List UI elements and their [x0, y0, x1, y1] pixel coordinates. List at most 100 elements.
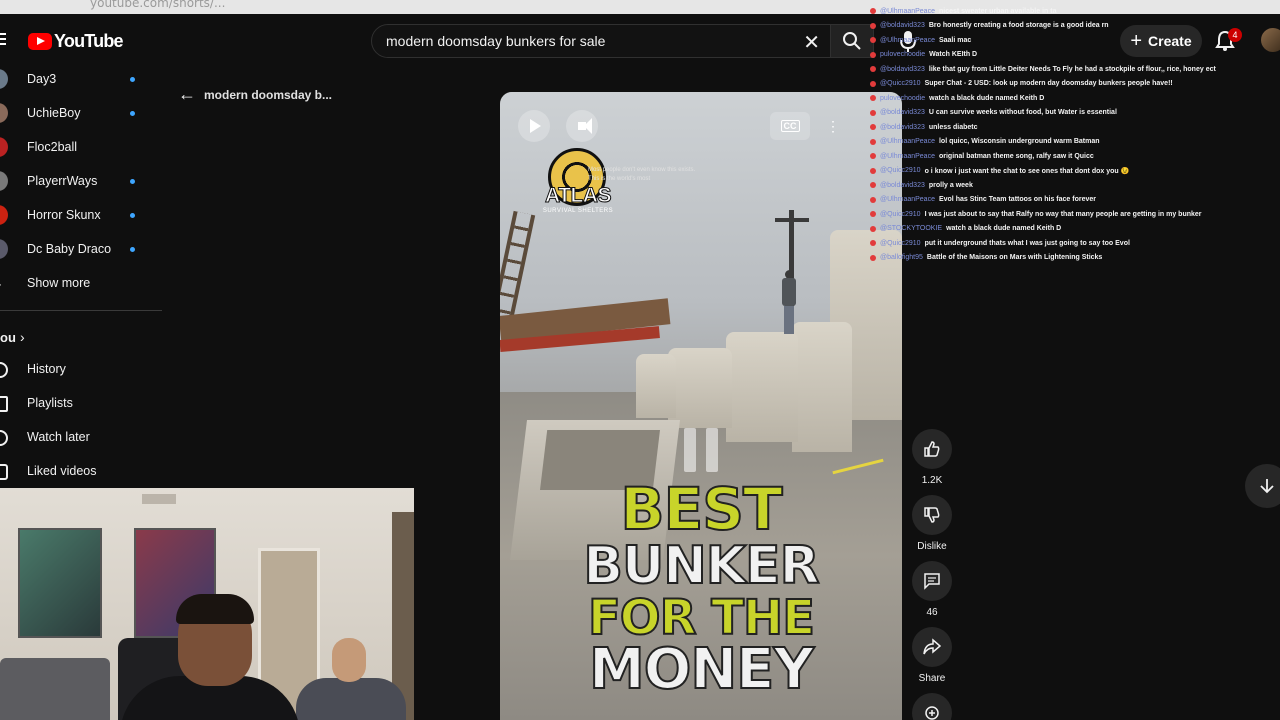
volume-button[interactable]: [566, 110, 598, 142]
history-icon: [0, 362, 8, 378]
sidebar-item-history[interactable]: History: [0, 353, 162, 387]
chat-text: unless diabetc: [928, 123, 978, 131]
play-button[interactable]: [518, 110, 550, 142]
sidebar-item-label: Floc2ball: [27, 140, 78, 154]
chat-username: @UlhmaanPeace: [880, 36, 935, 44]
remix-icon: [912, 693, 952, 720]
back-button[interactable]: ← modern doomsday b...: [178, 84, 332, 105]
chat-username: @Quicc2910: [880, 239, 921, 247]
chat-text: Saali mac: [938, 36, 972, 44]
chat-text: I was just about to say that Ralfy no wa…: [924, 210, 1202, 218]
concrete-barrier: [726, 332, 798, 442]
shorts-video-player[interactable]: CC ⋮ ATLAS SURVIVAL SHELTERS Most people…: [500, 92, 902, 720]
sidebar-item-liked-videos[interactable]: Liked videos: [0, 455, 162, 489]
search-query[interactable]: modern doomsday bunkers for sale: [386, 33, 605, 49]
live-chat-overlay: @UlhmaanPeace nicest sweater urban availa…: [870, 4, 1280, 265]
headline-line: FOR THE: [587, 590, 816, 646]
channel-avatar: [0, 171, 8, 191]
chat-badge-icon: [870, 182, 876, 189]
chat-message: @UlhmaanPeace nicest sweater urban availa…: [870, 4, 1280, 19]
concrete-barrier: [792, 322, 852, 452]
chat-username: @boldavid323: [880, 65, 925, 73]
video-caption: Most people don't even know this exists.…: [588, 166, 728, 184]
chat-badge-icon: [870, 254, 876, 261]
sidebar-item-watch-later[interactable]: Watch later: [0, 421, 162, 455]
chat-username: @UlhmaanPeace: [880, 138, 935, 146]
chat-username: @UlhmaanPeace: [880, 7, 935, 15]
chat-message: @Quicc2910 I was just about to say that R…: [870, 207, 1280, 222]
sidebar-item-label: Liked videos: [27, 464, 97, 478]
search-input[interactable]: modern doomsday bunkers for sale ✕: [371, 24, 831, 58]
sidebar-item-playerrways[interactable]: PlayerrWays: [0, 164, 162, 198]
comments-button[interactable]: 46: [912, 561, 952, 618]
dislike-button[interactable]: Dislike: [912, 495, 952, 552]
chat-message: @boldavid323 unless diabetc: [870, 120, 1280, 135]
sidebar-item-label: Horror Skunx: [27, 208, 101, 222]
search-button[interactable]: [830, 24, 874, 58]
chat-badge-icon: [870, 196, 876, 203]
arrow-down-icon: [1260, 479, 1274, 494]
air-vent: [142, 494, 176, 504]
more-options-icon[interactable]: ⋮: [826, 118, 840, 135]
comment-count: 46: [926, 607, 938, 618]
sidebar-item-label: Dc Baby Draco: [27, 242, 112, 256]
sidebar-item-floc2ball[interactable]: Floc2ball: [0, 130, 162, 164]
sidebar-item-horror-skunx[interactable]: Horror Skunx: [0, 198, 162, 232]
channel-avatar: [0, 239, 8, 259]
comment-icon: [912, 561, 952, 601]
new-content-dot: [130, 178, 135, 184]
play-icon: [530, 119, 541, 133]
sidebar-item-label: Watch later: [27, 430, 90, 444]
hamburger-icon[interactable]: [0, 33, 6, 47]
chat-message: @Quicc2910 Super Chat - 2 USD: look up mo…: [870, 77, 1280, 92]
playlist-icon: [0, 396, 8, 412]
youtube-shorts-page: youtube.com/shorts/... YouTube modern do…: [0, 0, 1280, 720]
like-button[interactable]: 1.2K: [912, 429, 952, 486]
youtube-logo[interactable]: YouTube: [28, 31, 124, 52]
browser-url[interactable]: youtube.com/shorts/...: [90, 0, 225, 10]
chat-badge-icon: [870, 95, 876, 102]
sidebar-item-label: UchieBoy: [27, 106, 81, 120]
remix-button[interactable]: [912, 693, 952, 720]
thumbs-down-icon: [912, 495, 952, 535]
show-more-button[interactable]: ⌄ Show more: [0, 266, 162, 300]
sidebar-item-uchieboy[interactable]: UchieBoy: [0, 96, 162, 130]
chat-badge-icon: [870, 240, 876, 247]
chat-username: @Quicc2910: [880, 167, 921, 175]
chat-message: @boldavid323 U can survive weeks without …: [870, 106, 1280, 121]
share-button[interactable]: Share: [912, 627, 952, 684]
chat-message: @UlhmaanPeace Evol has Stinc Team tattoos…: [870, 193, 1280, 208]
sidebar-section-you[interactable]: ou: [0, 330, 16, 345]
new-content-dot: [130, 76, 135, 82]
dislike-label: Dislike: [917, 541, 947, 552]
chat-badge-icon: [870, 138, 876, 145]
close-icon[interactable]: ✕: [803, 30, 820, 55]
chat-username: @UlhmaanPeace: [880, 196, 935, 204]
chat-message: pulovechoodie Watch KEIth D: [870, 48, 1280, 63]
chat-badge-icon: [870, 109, 876, 116]
chat-username: @STOCKYTOOKIE: [880, 225, 943, 233]
chat-text: Super Chat - 2 USD: look up modern day d…: [924, 80, 1173, 88]
chat-badge-icon: [870, 167, 876, 174]
new-content-dot: [130, 212, 135, 218]
chat-badge-icon: [870, 22, 876, 29]
chevron-right-icon[interactable]: ›: [20, 329, 25, 345]
chat-username: @boldavid323: [880, 181, 925, 189]
sidebar-item-dc-baby-draco[interactable]: Dc Baby Draco: [0, 232, 162, 266]
captions-button[interactable]: CC: [770, 112, 810, 140]
pause-icon[interactable]: [684, 428, 718, 472]
utility-pole-arm: [775, 218, 809, 222]
chat-message: @boldavid323 like that guy from Little De…: [870, 62, 1280, 77]
new-content-dot: [130, 110, 135, 116]
chat-badge-icon: [870, 51, 876, 58]
chat-text: put it underground thats what I was just…: [924, 239, 1130, 247]
sidebar-item-day3[interactable]: Day3: [0, 62, 162, 96]
chat-message: pulovechoodie watch a black dude named Ke…: [870, 91, 1280, 106]
next-video-button[interactable]: [1245, 464, 1280, 508]
chat-username: @Quicc2910: [880, 80, 921, 88]
chat-text: watch a black dude named Keith D: [929, 94, 1045, 102]
chat-username: pulovechoodie: [880, 94, 926, 102]
sidebar-item-playlists[interactable]: Playlists: [0, 387, 162, 421]
headline-line: BUNKER: [582, 536, 820, 596]
channel-avatar: [0, 205, 8, 225]
